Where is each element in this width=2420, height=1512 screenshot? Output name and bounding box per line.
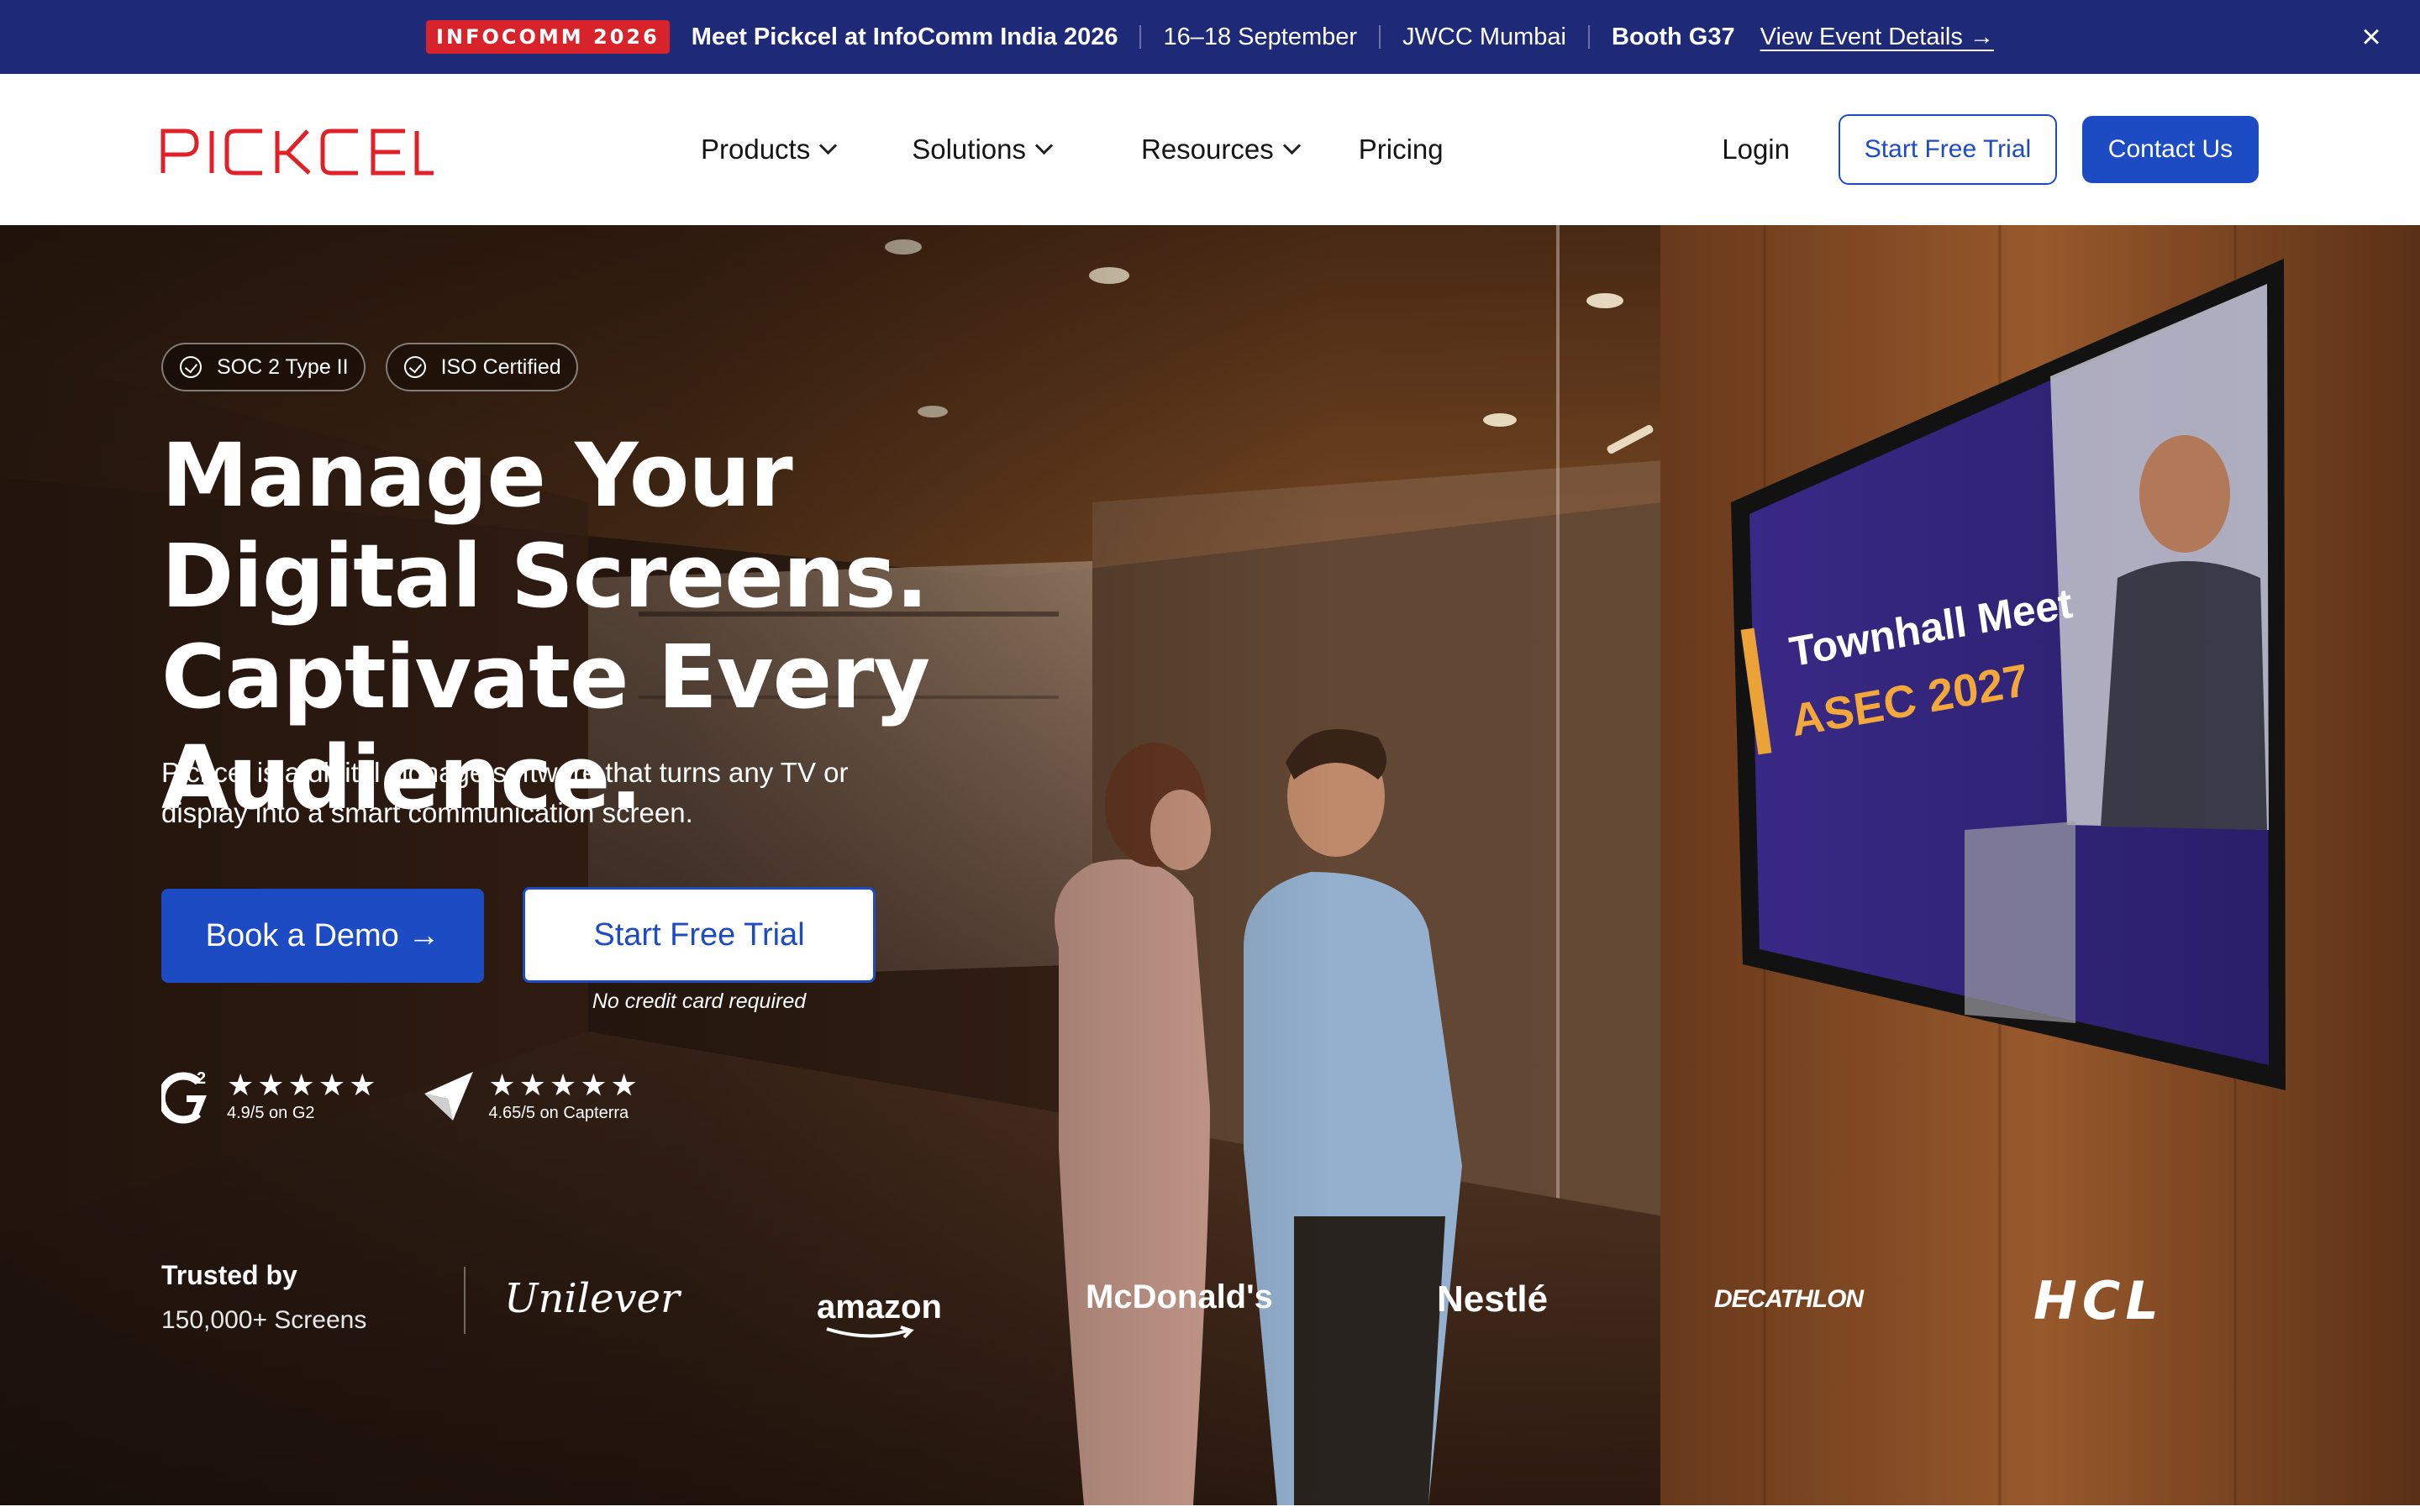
trusted-by-title: Trusted by <box>161 1260 297 1290</box>
nav-actions: Login Start Free Trial Contact Us <box>1722 114 2259 185</box>
divider <box>1139 25 1142 49</box>
svg-text:2: 2 <box>197 1069 206 1088</box>
divider <box>464 1267 466 1334</box>
event-badge: INFOCOMM 2026 <box>426 20 670 54</box>
nav-pricing[interactable]: Pricing <box>1359 134 1444 165</box>
hero-start-free-trial-button[interactable]: Start Free Trial <box>523 887 876 983</box>
announcement-bar: INFOCOMM 2026 Meet Pickcel at InfoComm I… <box>0 0 2420 74</box>
mcdonalds-logo: McDonald's <box>1086 1278 1273 1315</box>
pickcel-logo[interactable] <box>160 126 434 176</box>
divider <box>1379 25 1381 49</box>
star-rating-icon: ★★★★★ <box>227 1067 380 1102</box>
event-dates: 16–18 September <box>1163 23 1358 50</box>
event-booth: Booth G37 <box>1612 23 1735 50</box>
close-icon[interactable]: × <box>2353 18 2390 55</box>
soc2-label: SOC 2 Type II <box>217 354 349 379</box>
iso-label: ISO Certified <box>440 354 561 379</box>
amazon-logo-text: amazon <box>817 1289 942 1326</box>
unilever-logo: Unilever <box>504 1275 680 1322</box>
ratings-row: 2 ★★★★★ 4.9/5 on G2 ★★★★★ 4.65/5 on Capt… <box>161 1068 685 1124</box>
decathlon-logo: DECATHLON <box>1714 1285 1864 1313</box>
nav-solutions[interactable]: Solutions <box>912 134 1054 165</box>
soc2-badge: SOC 2 Type II <box>161 343 366 391</box>
nav-resources[interactable]: Resources <box>1141 134 1301 165</box>
nav-products-label: Products <box>701 134 811 165</box>
capterra-rating[interactable]: ★★★★★ 4.65/5 on Capterra <box>423 1068 640 1124</box>
view-event-details-link[interactable]: View Event Details → <box>1760 24 1994 51</box>
check-circle-icon <box>403 356 426 378</box>
event-venue: JWCC Mumbai <box>1402 23 1566 50</box>
contact-us-button[interactable]: Contact Us <box>2082 116 2259 183</box>
g2-rating-text: 4.9/5 on G2 <box>227 1103 315 1122</box>
capterra-rating-text-group: ★★★★★ 4.65/5 on Capterra <box>488 1067 641 1123</box>
check-circle-icon <box>180 356 202 378</box>
login-link[interactable]: Login <box>1722 134 1790 165</box>
star-rating-icon: ★★★★★ <box>488 1067 641 1102</box>
no-credit-card-note: No credit card required <box>592 990 807 1013</box>
trusted-by: Trusted by 150,000+ Screens <box>161 1260 366 1335</box>
main-menu: Products Solutions Resources Pricing <box>701 74 1444 225</box>
iso-badge: ISO Certified <box>385 343 578 391</box>
divider <box>1588 25 1590 49</box>
start-free-trial-button[interactable]: Start Free Trial <box>1839 114 2057 185</box>
hero-subtitle: Pickcel is a digital signage software th… <box>161 757 849 828</box>
amazon-logo: amazon <box>817 1289 942 1339</box>
hero-section: Townhall Meet ASEC 2027 SOC 2 Type II IS… <box>0 225 2420 1505</box>
nav-products[interactable]: Products <box>701 134 838 165</box>
book-demo-button[interactable]: Book a Demo → <box>161 889 484 983</box>
amazon-smile-icon <box>826 1326 914 1339</box>
nav-pricing-label: Pricing <box>1358 134 1444 165</box>
g2-rating[interactable]: 2 ★★★★★ 4.9/5 on G2 <box>161 1068 379 1124</box>
trusted-by-count: 150,000+ Screens <box>161 1306 367 1334</box>
top-navigation: Products Solutions Resources Pricing Log… <box>0 74 2420 225</box>
chevron-down-icon <box>1282 136 1301 155</box>
nestle-logo: Nestlé <box>1437 1278 1549 1320</box>
chevron-down-icon <box>1034 136 1054 155</box>
hcl-logo: HCL <box>2033 1270 2164 1331</box>
g2-rating-text-group: ★★★★★ 4.9/5 on G2 <box>227 1067 380 1123</box>
g2-logo-icon: 2 <box>161 1069 207 1124</box>
nav-solutions-label: Solutions <box>912 134 1026 165</box>
capterra-rating-text: 4.65/5 on Capterra <box>488 1103 629 1122</box>
nav-resources-label: Resources <box>1141 134 1274 165</box>
chevron-down-icon <box>819 136 838 155</box>
announcement-headline: Meet Pickcel at InfoComm India 2026 <box>691 23 1118 50</box>
certification-badges: SOC 2 Type II ISO Certified <box>161 343 598 391</box>
capterra-logo-icon <box>424 1072 474 1121</box>
